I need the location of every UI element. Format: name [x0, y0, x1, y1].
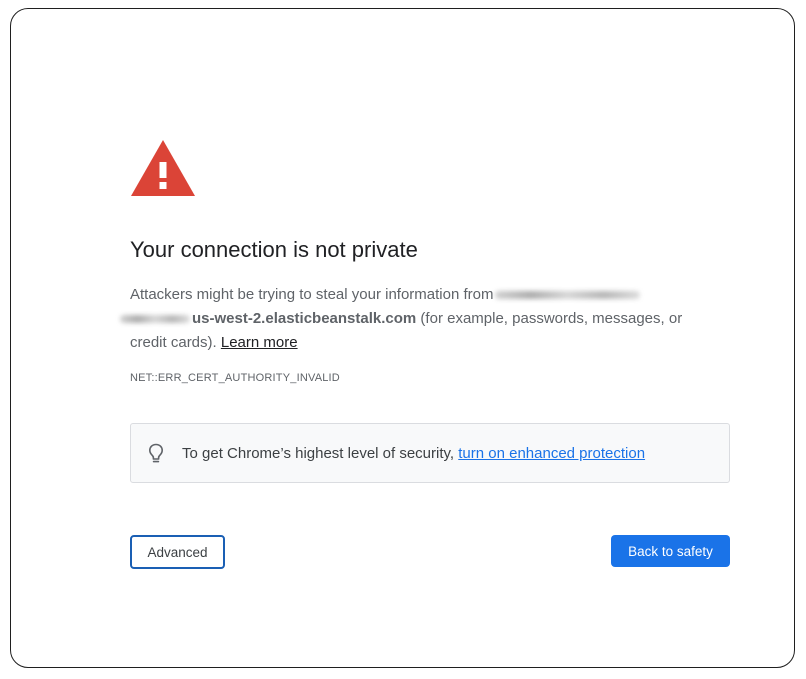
learn-more-link[interactable]: Learn more — [221, 334, 298, 351]
redacted-hostname-part — [495, 291, 641, 300]
error-code: NET::ERR_CERT_AUTHORITY_INVALID — [130, 372, 340, 384]
promo-message: To get Chrome’s highest level of securit… — [182, 445, 459, 462]
warning-triangle-icon — [131, 140, 195, 196]
enhanced-protection-link[interactable]: turn on enhanced protection — [458, 445, 645, 462]
redacted-hostname-part — [120, 315, 190, 324]
promo-text: To get Chrome’s highest level of securit… — [182, 445, 645, 462]
hostname: us-west-2.elasticbeanstalk.com — [192, 310, 417, 327]
explanation-paragraph: Attackers might be trying to steal your … — [120, 283, 720, 355]
back-to-safety-button[interactable]: Back to safety — [611, 535, 730, 567]
description-prefix: Attackers might be trying to steal your … — [130, 286, 494, 303]
lightbulb-icon — [149, 443, 163, 463]
page-title: Your connection is not private — [130, 237, 418, 262]
enhanced-protection-promo: To get Chrome’s highest level of securit… — [130, 423, 730, 483]
browser-window: Your connection is not private Attackers… — [10, 8, 795, 668]
advanced-button[interactable]: Advanced — [130, 535, 225, 569]
